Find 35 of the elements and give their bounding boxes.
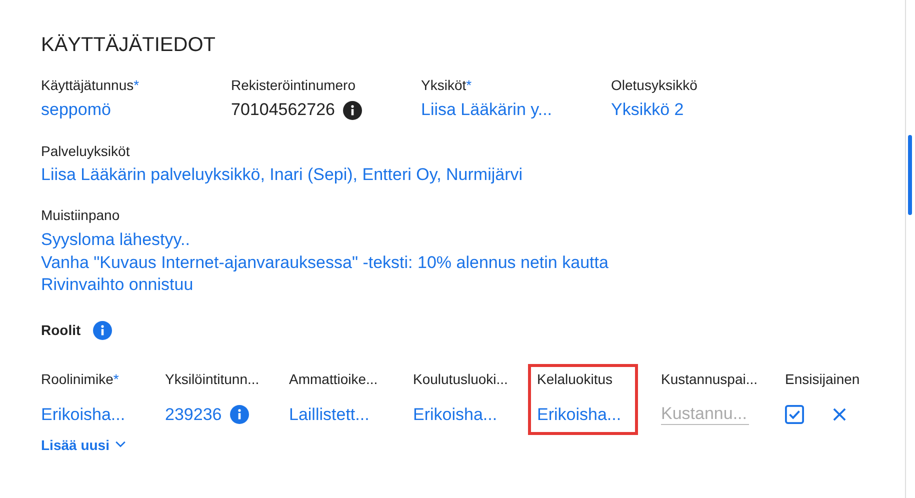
note-line: Rivinvaihto onnistuu — [41, 274, 194, 296]
table-cell[interactable]: Erikoisha... — [41, 404, 126, 424]
table-cell[interactable]: Laillistett... — [289, 404, 370, 424]
field-link[interactable]: Liisa Lääkärin palveluyksikkö, Inari (Sepi), Entteri Oy, Nurmijärvi — [41, 165, 905, 185]
field-label: Käyttäjätunnus* — [41, 77, 140, 93]
field-link[interactable]: Liisa Lääkärin y... — [421, 100, 552, 120]
note-line: Syysloma lähestyy.. — [41, 229, 191, 251]
field-label: Yksiköt* — [421, 77, 473, 93]
table-cell[interactable]: 239236 — [165, 404, 222, 424]
close-icon[interactable] — [833, 408, 846, 421]
field-label: Palveluyksiköt — [41, 143, 131, 159]
column-header: Ammattioike... — [289, 370, 378, 386]
column-header: Roolinimike* — [41, 370, 119, 386]
column-header: Kustannuspai... — [661, 370, 758, 386]
field-value: 70104562726 — [231, 100, 336, 120]
chevron-down-icon — [115, 441, 126, 448]
field-label: Muistiinpano — [41, 207, 121, 223]
column-header: Koulutusluoki... — [413, 370, 508, 386]
section-title: KÄYTTÄJÄTIEDOT — [41, 34, 216, 57]
field-label: Rekisteröintinumero — [231, 77, 356, 93]
input-field[interactable]: Kustannu... — [661, 404, 749, 425]
field-link[interactable]: seppomö — [41, 100, 111, 120]
section-heading: Roolit — [41, 322, 81, 338]
field-label: Oletusyksikkö — [611, 77, 698, 93]
column-header: Yksilöintitunn... — [165, 370, 260, 386]
column-header: Ensisijainen — [785, 370, 860, 386]
add-new-button[interactable]: Lisää uusi — [41, 436, 126, 452]
scrollbar-thumb[interactable] — [908, 135, 912, 215]
table-cell[interactable]: Erikoisha... — [413, 404, 498, 424]
note-line: Vanha "Kuvaus Internet-ajanvarauksessa" -teksti: 10% alennus netin kautta — [41, 252, 610, 274]
info-icon[interactable] — [343, 100, 362, 120]
column-header: Kelaluokitus — [537, 370, 612, 386]
field-link[interactable]: Yksikkö 2 — [611, 100, 684, 120]
table-cell[interactable]: Erikoisha... — [537, 404, 622, 424]
checkbox[interactable] — [785, 405, 804, 424]
